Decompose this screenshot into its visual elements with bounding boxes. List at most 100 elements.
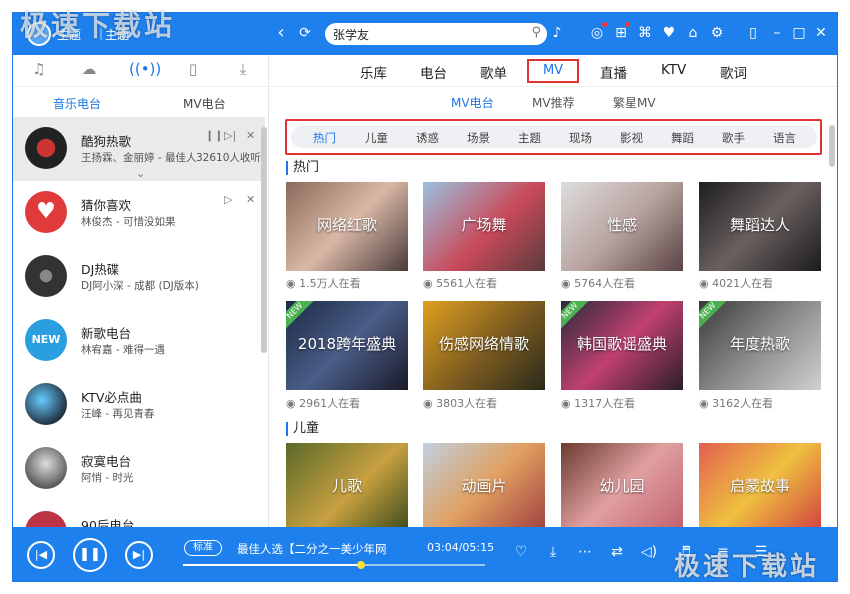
music-note-icon[interactable]: ♫ [27,60,51,78]
category-kids[interactable]: 儿童 [365,130,388,146]
search-icon[interactable]: ⚲ [531,25,541,40]
shirt-icon[interactable]: ⌂ [683,23,703,43]
mv-card[interactable]: 幼儿园 [561,443,683,532]
radio-item-new[interactable]: NEW 新歌电台 林宥嘉 - 难得一遇 [13,309,265,373]
radio-sub: 林宥嘉 - 难得一遇 [81,344,165,356]
play-icon[interactable]: ▷ [224,193,232,206]
skin-icon[interactable]: ♥ [659,23,679,43]
close-icon[interactable]: ✕ [246,193,255,206]
radio-item-hot[interactable]: 酷狗热歌 王扬霖、金丽婷 - 最佳人 32610人收听 ❙❙ ▷| ✕ ⌄ [13,117,265,181]
radio-item-dj[interactable]: DJ热碟 DJ阿小深 - 成都 (DJ版本) [13,245,265,309]
category-live[interactable]: 现场 [569,130,592,146]
radio-item-ktv[interactable]: KTV必点曲 汪峰 - 再见青春 [13,373,265,437]
radio-name: 猜你喜欢 [81,198,132,213]
radio-name: 新歌电台 [81,326,132,341]
tab-mv-radio[interactable]: MV电台 [183,95,226,112]
mv-card[interactable]: NEW 年度热歌 [699,301,821,390]
category-dance[interactable]: 舞蹈 [671,130,694,146]
radio-name: DJ热碟 [81,262,120,277]
main-scrollbar[interactable] [829,125,835,167]
mv-card[interactable]: 舞蹈达人 [699,182,821,271]
progress-knob[interactable] [357,561,366,569]
section-title-kids: 儿童 [286,422,319,436]
category-theme[interactable]: 主题 [518,130,541,146]
chevron-down-icon[interactable]: ⌄ [136,167,145,180]
favorite-icon[interactable]: ♡ [511,544,531,560]
view-count: ◉ 3803人在看 [423,397,498,410]
volume-icon[interactable]: ◁) [639,544,659,560]
quality-selector[interactable]: 标准 [184,540,222,556]
game-icon[interactable]: ⌘ [635,23,655,43]
back-icon[interactable]: ‹ [271,23,291,43]
next-button[interactable]: ▶| [125,541,153,569]
cloud-icon[interactable]: ☁ [77,60,101,78]
watermark: 极速下载站 [674,552,820,582]
pause-button[interactable]: ❚❚ [73,538,107,572]
tab-star-mv[interactable]: 繁星MV [613,94,656,111]
tab-live[interactable]: 直播 [600,62,627,82]
radio-sub: 汪峰 - 再见青春 [81,408,155,420]
tab-mv-radio[interactable]: MV电台 [451,94,494,111]
radio-item-guess[interactable]: ♥ 猜你喜欢 林俊杰 - 可惜没如果 ▷ ✕ [13,181,265,245]
more-icon[interactable]: ⋯ [575,544,595,560]
radio-icon[interactable]: ((•)) [129,60,161,78]
pause-icon[interactable]: ❙❙ [205,129,223,142]
heart-icon: ♥ [25,191,67,233]
section-title-hot: 热门 [286,161,319,175]
download-icon[interactable]: ⤓ [231,60,255,78]
left-panel: ♫ ☁ ((•)) ▯ ⤓ 音乐电台 MV电台 酷狗热歌 王扬霖、金丽婷 - 最… [13,55,269,553]
tab-library[interactable]: 乐库 [360,62,387,82]
radio-item-lonely[interactable]: 寂寞电台 阿悄 - 时光 [13,437,265,501]
tab-mv-recommend[interactable]: MV推荐 [532,94,575,111]
listener-count: 32610人收听 [196,152,261,164]
view-count: ◉ 5561人在看 [423,277,498,290]
mv-card[interactable]: NEW 韩国歌谣盛典 [561,301,683,390]
mv-card[interactable]: 动画片 [423,443,545,532]
tab-lyrics[interactable]: 歌词 [720,62,747,82]
mobile-icon[interactable]: ▯ [743,23,763,43]
category-film[interactable]: 影视 [620,130,643,146]
mv-card[interactable]: 网络红歌 [286,182,408,271]
tab-radio[interactable]: 电台 [420,62,447,82]
category-scene[interactable]: 场景 [467,130,490,146]
minimize-icon[interactable]: – [767,23,787,43]
maximize-icon[interactable]: □ [789,23,809,43]
cover-image [25,255,67,297]
settings-icon[interactable]: ⚙ [707,23,727,43]
tab-music-radio[interactable]: 音乐电台 [53,95,101,112]
category-temptation[interactable]: 诱惑 [416,130,439,146]
category-singer[interactable]: 歌手 [722,130,745,146]
left-scrollbar[interactable] [261,127,267,353]
view-count: ◉ 3162人在看 [699,397,774,410]
top-nav: 乐库 电台 歌单 MV 直播 KTV 歌词 [270,55,837,87]
app-window: 主题 | 主题 ‹ ⟳ 张学友 ⚲ ♪ ◎ ⊞ ⌘ ♥ ⌂ ⚙ ▯ – □ ✕ … [12,12,838,582]
close-icon[interactable]: ✕ [811,23,831,43]
category-bar: 热门 儿童 诱惑 场景 主题 现场 影视 舞蹈 歌手 语言 [285,119,822,155]
mv-card[interactable]: 伤感网络情歌 [423,301,545,390]
previous-button[interactable]: |◀ [27,541,55,569]
search-box[interactable]: 张学友 ⚲ [325,23,547,45]
category-hot[interactable]: 热门 [313,130,336,146]
progress-bar[interactable] [183,561,485,569]
close-icon[interactable]: ✕ [246,129,255,142]
microphone-icon[interactable]: ♪ [547,23,567,43]
category-language[interactable]: 语言 [773,130,796,146]
tab-playlist[interactable]: 歌单 [480,62,507,82]
search-input[interactable]: 张学友 [333,26,369,43]
download-icon[interactable]: ⤓ [543,544,563,560]
progress-fill [183,564,362,566]
radio-name: 寂寞电台 [81,454,132,469]
mv-card[interactable]: 儿歌 [286,443,408,532]
tab-mv[interactable]: MV [527,59,579,83]
tab-ktv[interactable]: KTV [661,62,686,78]
loop-icon[interactable]: ⇄ [607,544,627,560]
left-icon-bar: ♫ ☁ ((•)) ▯ ⤓ [13,55,268,87]
refresh-icon[interactable]: ⟳ [295,23,315,43]
next-icon[interactable]: ▷| [224,129,236,142]
mv-card[interactable]: 性感 [561,182,683,271]
mv-card[interactable]: 启蒙故事 [699,443,821,532]
mv-card[interactable]: NEW 2018跨年盛典 [286,301,408,390]
phone-icon[interactable]: ▯ [181,60,205,78]
cover-image [25,127,67,169]
mv-card[interactable]: 广场舞 [423,182,545,271]
